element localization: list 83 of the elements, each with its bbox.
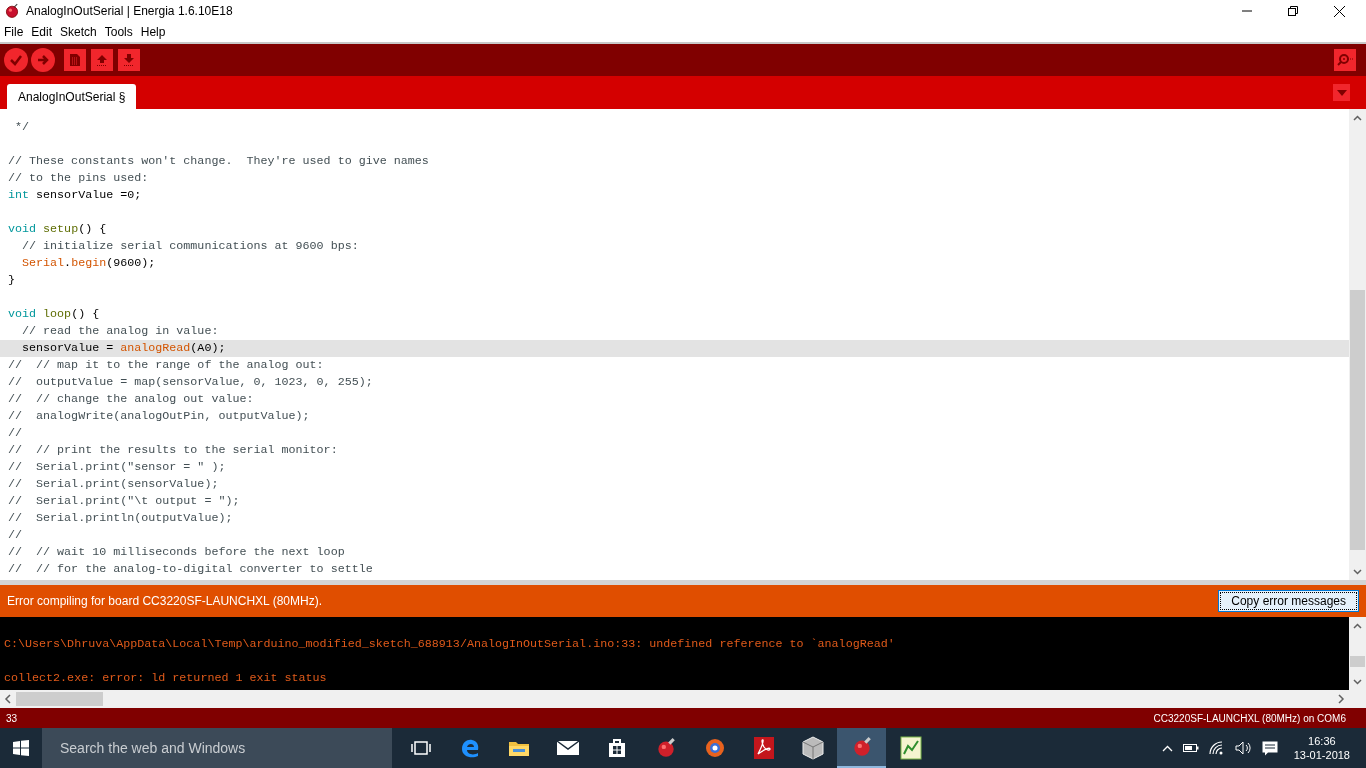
code-line: // Serial.print(sensorValue); (7, 476, 220, 493)
verify-button[interactable] (4, 48, 28, 72)
code-line: // to the pins used: (7, 170, 150, 187)
chevron-down-icon[interactable] (1353, 678, 1362, 685)
code-line: // (7, 527, 24, 544)
chevron-down-icon[interactable] (1353, 568, 1362, 575)
battery-icon[interactable] (1182, 743, 1199, 753)
task-view-icon (410, 740, 431, 756)
save-button[interactable] (118, 49, 140, 71)
pdf-app-icon (752, 736, 775, 760)
cube-app-icon (801, 736, 824, 760)
window-title: AnalogInOutSerial | Energia 1.6.10E18 (26, 4, 234, 18)
envelope-icon (555, 740, 580, 756)
sketch-tab[interactable]: AnalogInOutSerial § (7, 84, 137, 109)
vertical-scrollbar[interactable] (1349, 109, 1366, 580)
chart-app-icon (899, 736, 922, 760)
clock-date: 13-01-2018 (1293, 748, 1350, 762)
close-icon (1333, 5, 1345, 17)
code-line: // initialize serial communications at 9600 bps: (21, 238, 360, 255)
notification-icon[interactable] (1261, 740, 1278, 756)
arrow-right-icon (36, 53, 50, 67)
chevron-right-icon[interactable] (1337, 694, 1345, 704)
menu-item[interactable]: Tools (100, 25, 137, 39)
menu-item[interactable]: Help (136, 25, 170, 39)
chevron-left-icon[interactable] (4, 694, 12, 704)
chevron-up-icon[interactable] (1353, 114, 1362, 121)
board-info: CC3220SF-LAUNCHXL (80MHz) on COM6 (1153, 712, 1346, 724)
magnifier-icon (1337, 53, 1353, 67)
checkmark-icon (9, 53, 23, 67)
tab-menu-button[interactable] (1333, 84, 1350, 101)
menu-item[interactable]: Sketch (56, 25, 101, 39)
code-line: void setup() { (7, 221, 108, 238)
energia-logo-icon (4, 3, 20, 19)
console-vertical-scrollbar[interactable] (1349, 617, 1366, 690)
chevron-up-icon[interactable] (1353, 622, 1362, 629)
error-message: Error compiling for board CC3220SF-LAUNCHXL (80MHz). (7, 594, 322, 608)
arrow-up-icon (95, 53, 109, 67)
menu-item[interactable]: Edit (27, 25, 57, 39)
globe-app-icon (703, 737, 726, 759)
code-line: // (7, 425, 24, 442)
wifi-icon[interactable] (1208, 741, 1225, 755)
code-line: // Serial.println(outputValue); (7, 510, 234, 527)
arrow-down-icon (122, 53, 136, 67)
maximize-icon (1288, 6, 1298, 16)
code-line: // Serial.print("\t output = "); (7, 493, 241, 510)
code-line: // Serial.print("sensor = " ); (7, 459, 227, 476)
code-line: // // change the analog out value: (7, 391, 255, 408)
upload-button[interactable] (31, 48, 55, 72)
code-line: int sensorValue =0; (7, 187, 143, 204)
open-button[interactable] (91, 49, 113, 71)
code-line: } (7, 272, 16, 289)
code-line: // // map it to the range of the analog out: (7, 357, 325, 374)
scroll-thumb[interactable] (1350, 656, 1365, 667)
clock-time: 16:36 (1308, 734, 1336, 748)
menu-item[interactable]: File (0, 25, 28, 39)
folder-icon (507, 739, 530, 757)
line-number: 33 (6, 712, 18, 724)
horizontal-scrollbar[interactable] (0, 690, 1366, 708)
code-line: */ (14, 119, 31, 136)
code-line: // // print the results to the serial monitor: (7, 442, 339, 459)
windows-logo-icon (13, 740, 29, 756)
console-line: C:\Users\Dhruva\AppData\Local\Temp\arduino_modified_sketch_688913/AnalogInOutSerial.ino:33: undefined reference to `analogRead' (4, 636, 896, 653)
copy-error-messages-button[interactable]: Copy error messages (1218, 590, 1359, 612)
code-line: Serial.begin(9600); (21, 255, 157, 272)
scroll-thumb[interactable] (16, 692, 103, 706)
code-line: // // wait 10 milliseconds before the next loop (7, 544, 346, 561)
code-line: // // for the analog-to-digital converter to settle (7, 561, 374, 578)
code-line: void loop() { (7, 306, 101, 323)
triangle-down-icon (1336, 89, 1347, 96)
code-line: // read the analog in value: (21, 323, 220, 340)
code-line: // analogWrite(analogOutPin, outputValue); (7, 408, 311, 425)
search-field[interactable]: Search the web and Windows (42, 728, 392, 768)
console-line: collect2.exe: error: ld returned 1 exit status (4, 670, 328, 687)
scroll-thumb[interactable] (1350, 290, 1365, 550)
shopping-bag-icon (606, 737, 627, 759)
new-button[interactable] (64, 49, 86, 71)
document-icon (69, 53, 81, 67)
code-line: // These constants won't change. They're used to give names (7, 153, 430, 170)
code-line: // outputValue = map(sensorValue, 0, 1023, 0, 255); (7, 374, 374, 391)
volume-icon[interactable] (1234, 741, 1252, 755)
serial-monitor-button[interactable] (1334, 49, 1356, 71)
clock[interactable]: 16:36 13-01-2018 (1293, 734, 1350, 762)
caret-icon[interactable] (1161, 744, 1173, 752)
